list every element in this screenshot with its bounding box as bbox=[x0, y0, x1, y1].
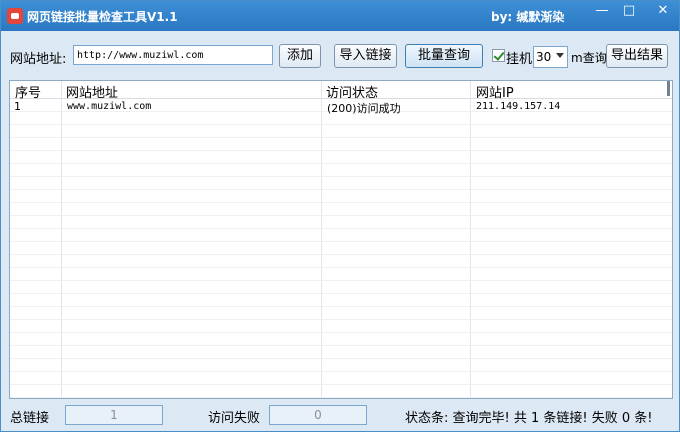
interval-value: 30 bbox=[536, 50, 552, 64]
hang-label: 挂机 bbox=[506, 52, 533, 67]
interval-unit-label: m查询 bbox=[571, 51, 607, 65]
row-gridline bbox=[10, 202, 672, 203]
row-gridline bbox=[10, 280, 672, 281]
failed-label: 访问失败 bbox=[208, 411, 261, 426]
row-gridline bbox=[10, 163, 672, 164]
row-gridline bbox=[10, 306, 672, 307]
column-divider bbox=[61, 81, 62, 398]
app-window: 网页链接批量检查工具V1.1 by: 缄默渐染 — □ ✕ 网站地址: 添加 导… bbox=[0, 0, 680, 432]
row-gridline bbox=[10, 293, 672, 294]
interval-select[interactable]: 30 bbox=[533, 46, 568, 68]
window-title: 网页链接批量检查工具V1.1 bbox=[27, 10, 178, 24]
row-gridline bbox=[10, 358, 672, 359]
failed-count-field: 0 bbox=[269, 405, 367, 425]
column-divider bbox=[321, 81, 322, 398]
cell-url: www.muziwl.com bbox=[67, 101, 152, 112]
column-header-status[interactable]: 访问状态 bbox=[326, 82, 378, 101]
cell-status: (200)访问成功 bbox=[327, 102, 401, 115]
close-icon[interactable]: ✕ bbox=[652, 4, 674, 20]
status-bar-text: 状态条: 查询完毕! 共 1 条链接! 失败 0 条! bbox=[405, 411, 653, 426]
row-gridline bbox=[10, 150, 672, 151]
row-gridline bbox=[10, 241, 672, 242]
hang-checkbox[interactable] bbox=[492, 49, 505, 62]
row-gridline bbox=[10, 254, 672, 255]
cell-index: 1 bbox=[14, 100, 21, 113]
app-logo-icon bbox=[7, 8, 23, 24]
chevron-down-icon bbox=[556, 53, 564, 58]
batch-query-button[interactable]: 批量查询 bbox=[405, 44, 483, 68]
row-gridline bbox=[10, 215, 672, 216]
row-gridline bbox=[10, 319, 672, 320]
title-bar[interactable]: 网页链接批量检查工具V1.1 by: 缄默渐染 — □ ✕ bbox=[1, 1, 679, 31]
minimize-icon[interactable]: — bbox=[591, 4, 613, 20]
row-gridline bbox=[10, 124, 672, 125]
export-results-button[interactable]: 导出结果 bbox=[606, 44, 668, 68]
scrollbar-handle[interactable] bbox=[667, 81, 670, 96]
column-header-ip[interactable]: 网站IP bbox=[476, 82, 514, 101]
row-gridline bbox=[10, 189, 672, 190]
total-links-label: 总链接 bbox=[10, 411, 50, 426]
url-label: 网站地址: bbox=[10, 52, 67, 67]
total-links-field: 1 bbox=[65, 405, 163, 425]
add-button[interactable]: 添加 bbox=[279, 44, 321, 68]
column-header-index[interactable]: 序号 bbox=[15, 82, 41, 101]
column-header-url[interactable]: 网站地址 bbox=[66, 82, 118, 101]
row-gridline bbox=[10, 397, 672, 398]
url-input[interactable] bbox=[73, 45, 273, 65]
row-gridline bbox=[10, 371, 672, 372]
row-gridline bbox=[10, 332, 672, 333]
import-links-button[interactable]: 导入链接 bbox=[334, 44, 397, 68]
cell-ip: 211.149.157.14 bbox=[476, 101, 561, 112]
row-gridline bbox=[10, 228, 672, 229]
row-gridline bbox=[10, 384, 672, 385]
row-gridline bbox=[10, 176, 672, 177]
author-label: by: 缄默渐染 bbox=[491, 10, 565, 24]
table-header: 序号 网站地址 访问状态 网站IP bbox=[10, 81, 672, 101]
row-gridline bbox=[10, 345, 672, 346]
column-divider bbox=[470, 81, 471, 398]
maximize-icon[interactable]: □ bbox=[618, 4, 640, 20]
row-gridline bbox=[10, 137, 672, 138]
results-table[interactable]: 序号 网站地址 访问状态 网站IP 1 www.muziwl.com (200)… bbox=[9, 80, 673, 399]
row-gridline bbox=[10, 267, 672, 268]
